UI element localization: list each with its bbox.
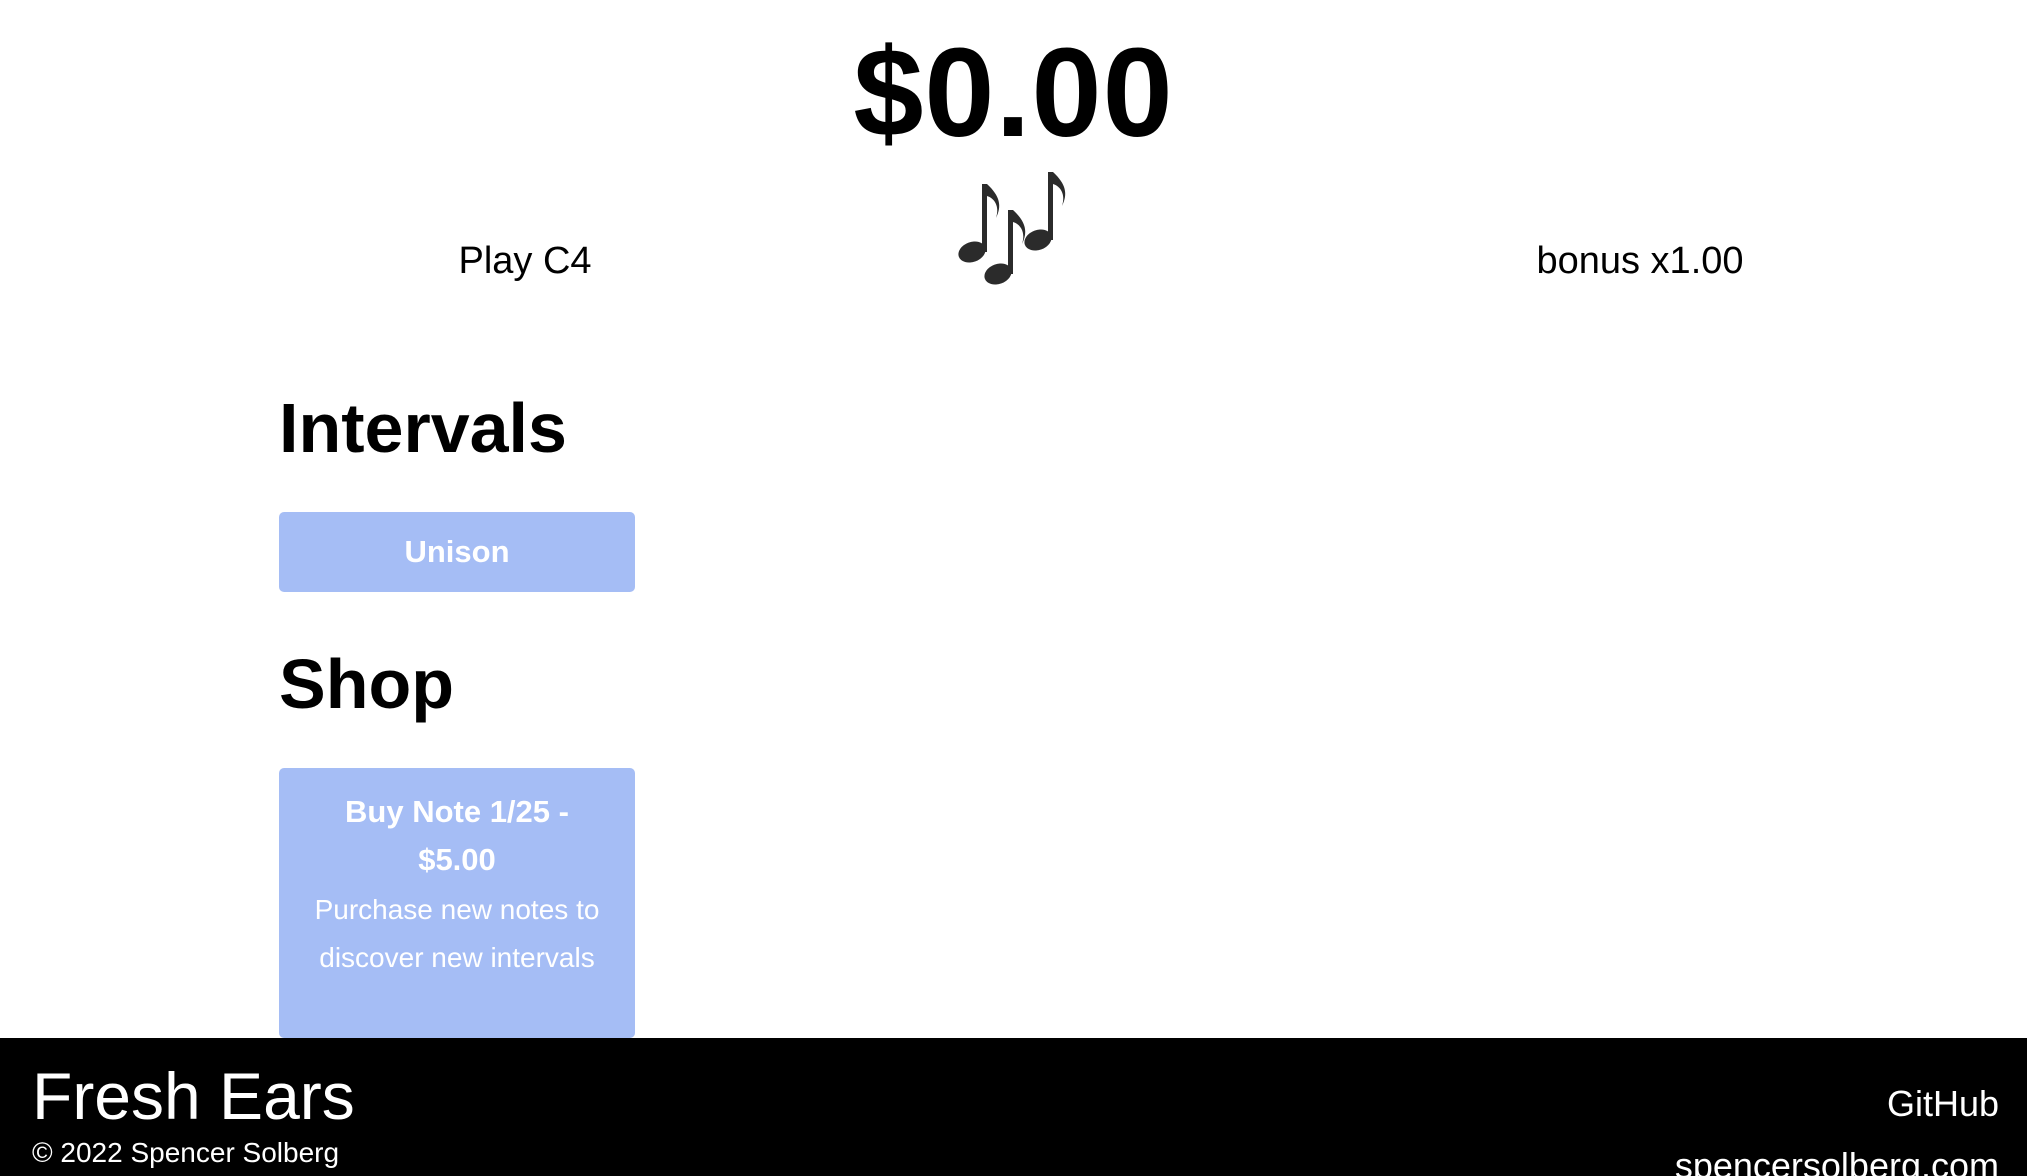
website-link[interactable]: spencersolberg.com — [1675, 1144, 1999, 1176]
bonus-multiplier: bonus x1.00 — [1536, 240, 1744, 282]
intervals-heading: Intervals — [279, 389, 567, 467]
musical-notes-icon[interactable] — [950, 166, 1080, 291]
page: $0.00 Play C4 bonus x1.00 Intervals Unis… — [0, 0, 2027, 1176]
buy-note-description: Purchase new notes to discover new inter… — [314, 894, 600, 973]
balance-display: $0.00 — [853, 22, 1174, 163]
footer-brand: Fresh Ears — [32, 1059, 355, 1133]
shop-heading: Shop — [279, 645, 454, 723]
buy-note-label: Buy Note 1/25 - $5.00 — [345, 794, 569, 877]
interval-unison-button[interactable]: Unison — [279, 512, 635, 592]
footer: Fresh Ears © 2022 Spencer Solberg GitHub… — [0, 1038, 2027, 1176]
buy-note-button[interactable]: Buy Note 1/25 - $5.00 Purchase new notes… — [279, 768, 635, 1038]
footer-copyright: © 2022 Spencer Solberg — [32, 1137, 340, 1168]
play-note-button[interactable]: Play C4 — [420, 236, 630, 286]
github-link[interactable]: GitHub — [1887, 1082, 1999, 1126]
